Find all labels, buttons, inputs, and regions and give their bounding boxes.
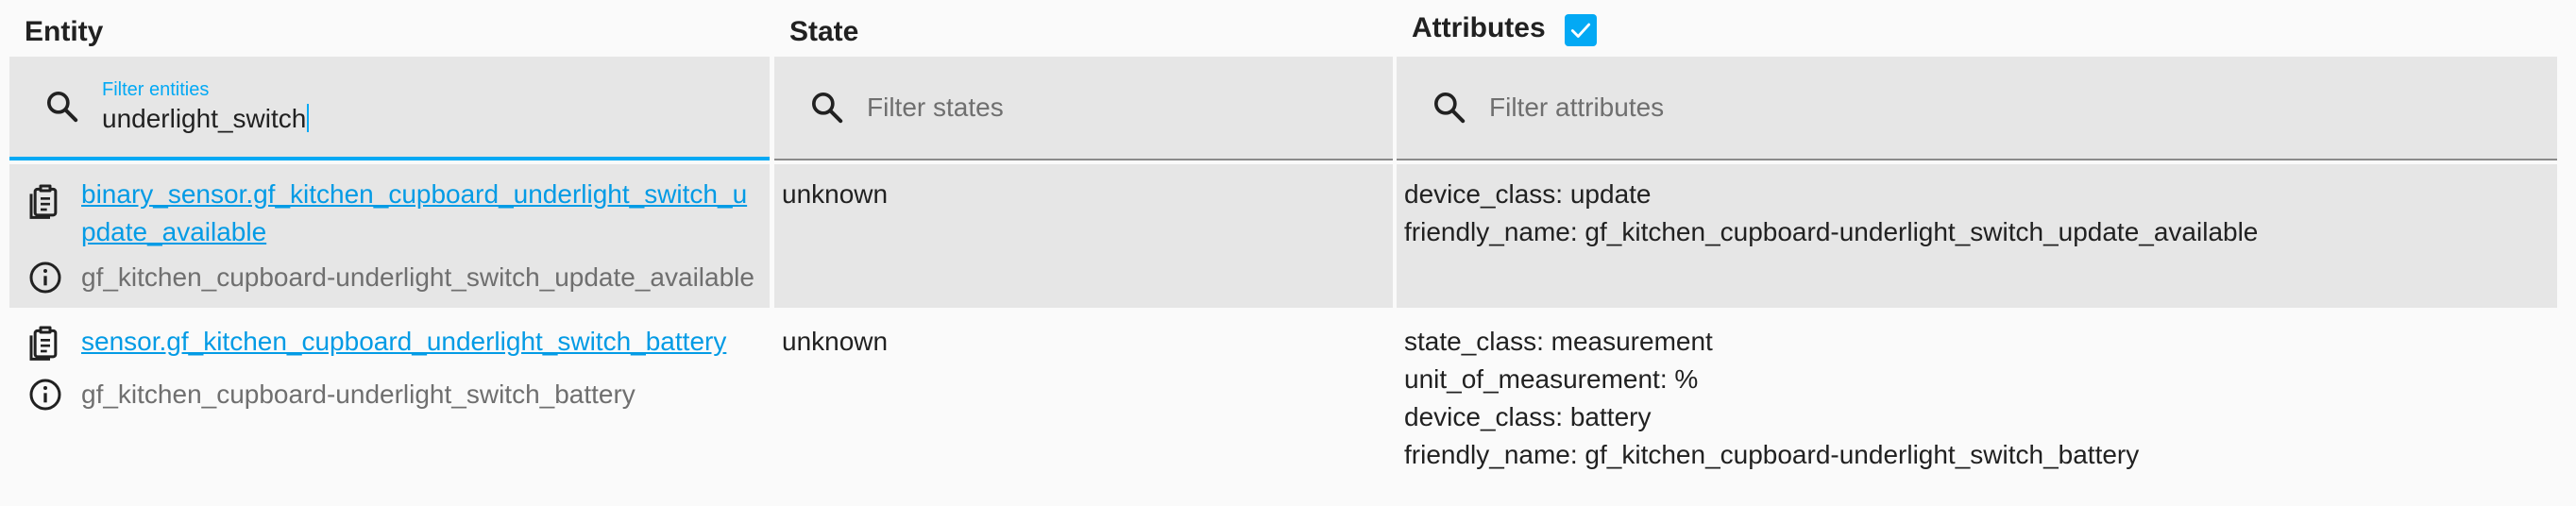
table-row-entity: binary_sensor.gf_kitchen_cupboard_underl… <box>9 164 770 308</box>
header-attributes-label: Attributes <box>1412 12 1546 43</box>
table-row-entity: sensor.gf_kitchen_cupboard_underlight_sw… <box>9 312 770 506</box>
entity-id-link[interactable]: sensor.gf_kitchen_cupboard_underlight_sw… <box>81 323 761 361</box>
table-row-state: unknown <box>774 164 1393 308</box>
header-attributes: Attributes <box>1397 0 2557 57</box>
header-state-label: State <box>789 16 859 47</box>
table-row-state: unknown <box>774 312 1393 506</box>
filter-attributes-input[interactable]: Filter attributes <box>1489 93 1664 123</box>
attribute-line: device_class: battery <box>1404 402 1652 431</box>
filter-states-input[interactable]: Filter states <box>867 93 1004 123</box>
states-table: Entity State Attributes Filter entities … <box>0 0 2576 506</box>
header-entity-label: Entity <box>25 16 104 47</box>
header-state: State <box>774 0 1393 57</box>
entity-id-link[interactable]: binary_sensor.gf_kitchen_cupboard_underl… <box>81 176 761 251</box>
header-entity: Entity <box>9 0 770 57</box>
clipboard-icon[interactable] <box>26 181 64 219</box>
table-row-attributes: device_class: update friendly_name: gf_k… <box>1397 164 2557 308</box>
filter-entities-field[interactable]: Filter entities underlight_switch <box>9 57 770 160</box>
check-icon <box>1570 23 1590 38</box>
filter-attributes-field[interactable]: Filter attributes <box>1397 57 2557 160</box>
attributes-checkbox[interactable] <box>1564 14 1597 46</box>
attribute-line: state_class: measurement <box>1404 327 1713 356</box>
filter-entities-label: Filter entities <box>102 79 210 100</box>
search-icon <box>1434 93 1466 124</box>
entity-friendly-name: gf_kitchen_cupboard-underlight_switch_ba… <box>81 380 636 409</box>
filter-entities-value: underlight_switch <box>102 104 307 133</box>
attribute-line: friendly_name: gf_kitchen_cupboard-under… <box>1404 217 2259 246</box>
attribute-line: friendly_name: gf_kitchen_cupboard-under… <box>1404 440 2140 469</box>
info-icon[interactable] <box>26 376 64 413</box>
filter-states-field[interactable]: Filter states <box>774 57 1393 160</box>
table-row-attributes: state_class: measurement unit_of_measure… <box>1397 312 2557 506</box>
text-caret <box>307 104 310 132</box>
entity-friendly-name: gf_kitchen_cupboard-underlight_switch_up… <box>81 262 754 292</box>
state-value: unknown <box>782 179 889 209</box>
clipboard-icon[interactable] <box>26 323 64 361</box>
info-icon[interactable] <box>26 259 64 296</box>
search-icon <box>812 93 843 124</box>
attribute-line: unit_of_measurement: % <box>1404 364 1699 394</box>
attribute-line: device_class: update <box>1404 179 1652 209</box>
search-icon <box>47 92 78 123</box>
filter-entities-input[interactable]: underlight_switch <box>102 103 310 135</box>
state-value: unknown <box>782 327 889 356</box>
